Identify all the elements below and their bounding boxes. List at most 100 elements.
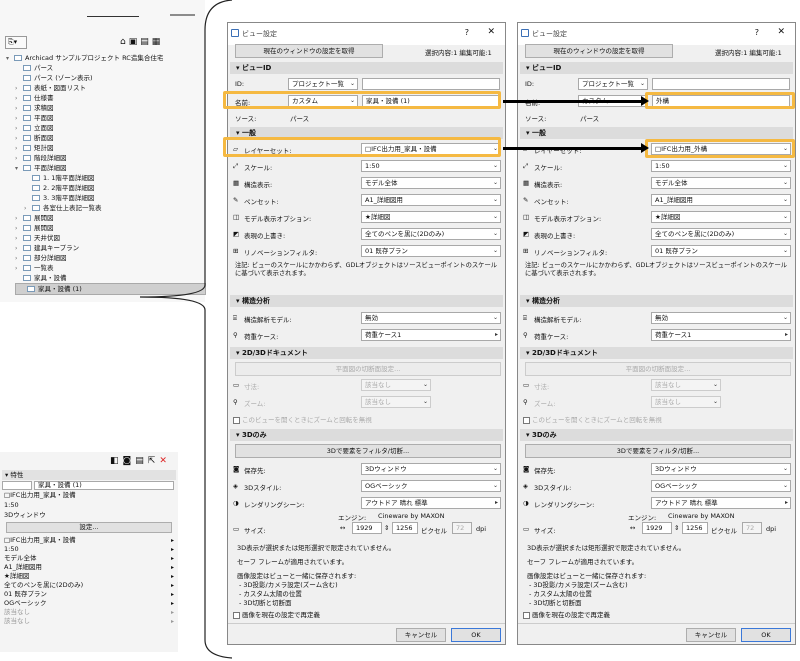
id-field[interactable] (2, 481, 32, 490)
graphic-override-select[interactable]: 全てのペンを黒に(2Dのみ) ⌄ (651, 228, 791, 240)
id-input[interactable] (362, 78, 500, 90)
help-icon[interactable]: ? (465, 28, 469, 37)
section-2d3d-document[interactable]: ▾ 2D/3Dドキュメント (520, 347, 793, 359)
prop-row[interactable]: ★詳細図 ▸ (4, 572, 174, 581)
save-to-select[interactable]: 3Dウィンドウ ⌄ (361, 463, 501, 475)
3d-style-label: 3Dスタイル: (534, 484, 572, 492)
name-field[interactable]: 家具・設備 (1) (34, 481, 174, 490)
graphic-override-select[interactable]: 全てのペンを黒に(2Dのみ) ⌄ (361, 228, 501, 240)
get-current-settings-button[interactable]: 現在のウィンドウの設定を取得 (525, 44, 673, 58)
id-input[interactable] (652, 78, 790, 90)
section-structural[interactable]: ▾ 構造分析 (230, 295, 503, 307)
prop-row[interactable]: 1:50 ▸ (4, 545, 174, 554)
rendering-scene-select[interactable]: アウトドア 晴れ 標準 ▸ (651, 497, 791, 509)
camera-icon[interactable]: ◙ (123, 456, 136, 466)
analytic-model-label: 構造解析モデル: (244, 316, 292, 324)
help-icon[interactable]: ? (755, 28, 759, 37)
layers-icon[interactable]: ▤ (135, 456, 148, 466)
section-general[interactable]: ▾ 一般 (520, 127, 793, 139)
redefine-label: 画像を現在の設定で再定義 (242, 611, 320, 619)
save-to-select[interactable]: 3Dウィンドウ ⌄ (651, 463, 791, 475)
prop-row[interactable]: □IFC出力用_家具・設備 ▸ (4, 536, 174, 545)
prop-row[interactable]: 01 既存プラン ▸ (4, 590, 174, 599)
section-2d3d-document[interactable]: ▾ 2D/3Dドキュメント (230, 347, 503, 359)
structure-display-select[interactable]: モデル全体 ⌄ (361, 177, 501, 189)
cancel-button[interactable]: キャンセル (686, 628, 736, 642)
ok-button[interactable]: OK (451, 628, 501, 642)
pen-set-select[interactable]: A1_詳細図用 ⌄ (361, 194, 501, 206)
renovation-filter-select[interactable]: 01 既存プラン ⌄ (651, 245, 791, 257)
load-case-select-value: 荷重ケース1 (655, 331, 692, 339)
prop-row[interactable]: モデル全体 ▸ (4, 554, 174, 563)
dimension-select[interactable]: 該当なし ⌄ (361, 379, 431, 391)
settings-button[interactable]: 設定... (6, 522, 172, 533)
height-input[interactable]: 1256 (682, 522, 708, 534)
style-icon: ◈ (233, 482, 238, 490)
model-view-options-select-value: ★詳細図 (655, 213, 681, 221)
scale-select[interactable]: 1:50 ⌄ (651, 160, 791, 172)
id-select[interactable]: プロジェクト一覧 ⌄ (288, 78, 358, 90)
ignore-zoom-checkbox[interactable]: このビューを開くときにズームと回転を無視 (233, 414, 372, 424)
pen-set-select[interactable]: A1_詳細図用 ⌄ (651, 194, 791, 206)
close-icon[interactable]: ✕ (777, 27, 785, 37)
rendering-scene-select[interactable]: アウトドア 晴れ 標準 ▸ (361, 497, 501, 509)
3d-style-select[interactable]: OGベーシック ⌄ (361, 480, 501, 492)
cut-plane-settings-button[interactable]: 平面図の切断面設定... (525, 362, 791, 376)
dpi-input[interactable]: 72 (742, 522, 762, 534)
dpi-input[interactable]: 72 (452, 522, 472, 534)
structure-display-select[interactable]: モデル全体 ⌄ (651, 177, 791, 189)
scale-note: 注記: ビューのスケールにかかわらず、GDLオブジェクトはソースビューポイントの… (235, 262, 498, 277)
ignore-zoom-checkbox[interactable]: このビューを開くときにズームと回転を無視 (523, 414, 662, 424)
id-select[interactable]: プロジェクト一覧 ⌄ (578, 78, 648, 90)
redefine-checkbox[interactable]: 画像を現在の設定で再定義 (523, 609, 610, 619)
view-icon[interactable]: ◧ (110, 456, 123, 466)
dimension-select[interactable]: 該当なし ⌄ (651, 379, 721, 391)
scale-select[interactable]: 1:50 ⌄ (361, 160, 501, 172)
section-structural[interactable]: ▾ 構造分析 (520, 295, 793, 307)
redefine-checkbox[interactable]: 画像を現在の設定で再定義 (233, 609, 320, 619)
pen-set-icon: ✎ (523, 196, 529, 204)
load-icon: ⚲ (523, 331, 528, 339)
zoom-select[interactable]: 該当なし ⌄ (361, 396, 431, 408)
delete-icon[interactable]: ✕ (159, 456, 171, 466)
prop-row[interactable]: OGベーシック ▸ (4, 599, 174, 608)
zoom-icon: ⚲ (233, 398, 238, 406)
properties-header[interactable]: ▾ 特性 (2, 470, 176, 480)
model-view-options-select[interactable]: ★詳細図 ⌄ (651, 211, 791, 223)
cancel-button[interactable]: キャンセル (396, 628, 446, 642)
prop-row[interactable]: 該当なし ▸ (4, 608, 174, 617)
prop-row[interactable]: 該当なし ▸ (4, 617, 174, 626)
analytic-model-label: 構造解析モデル: (534, 316, 582, 324)
get-current-settings-button[interactable]: 現在のウィンドウの設定を取得 (235, 44, 383, 58)
spinner-icon[interactable]: ⇕ (384, 524, 389, 532)
renovation-filter-select[interactable]: 01 既存プラン ⌄ (361, 245, 501, 257)
close-icon[interactable]: ✕ (487, 27, 495, 37)
move-icon[interactable]: ⇱ (148, 456, 160, 466)
section-3d-only[interactable]: ▾ 3Dのみ (520, 429, 793, 441)
analytic-model-select[interactable]: 無効 ⌄ (651, 312, 791, 324)
section-view-id[interactable]: ▾ ビューID (230, 62, 503, 74)
section-view-id[interactable]: ▾ ビューID (520, 62, 793, 74)
info-cut: - 3D切断と切断面 (239, 599, 292, 607)
renovation-filter-icon: ⊞ (233, 247, 239, 255)
filter-cut-3d-button[interactable]: 3Dで要素をフィルタ/切断... (525, 444, 791, 458)
load-case-select[interactable]: 荷重ケース1 ▸ (651, 329, 791, 341)
spinner-icon[interactable]: ⇕ (674, 524, 679, 532)
width-input[interactable]: 1929 (352, 522, 382, 534)
section-3d-only[interactable]: ▾ 3Dのみ (230, 429, 503, 441)
structure-display-label: 構造表示: (244, 181, 273, 189)
load-case-select[interactable]: 荷重ケース1 ▸ (361, 329, 501, 341)
analytic-model-select[interactable]: 無効 ⌄ (361, 312, 501, 324)
width-input[interactable]: 1929 (642, 522, 672, 534)
model-view-options-select[interactable]: ★詳細図 ⌄ (361, 211, 501, 223)
prop-row[interactable]: 全てのペンを黒に(2Dのみ) ▸ (4, 581, 174, 590)
filter-cut-3d-button[interactable]: 3Dで要素をフィルタ/切断... (235, 444, 501, 458)
height-input[interactable]: 1256 (392, 522, 418, 534)
zoom-select[interactable]: 該当なし ⌄ (651, 396, 721, 408)
app-icon (231, 29, 239, 37)
3d-style-select[interactable]: OGベーシック ⌄ (651, 480, 791, 492)
ok-button[interactable]: OK (741, 628, 791, 642)
prop-row[interactable]: A1_詳細図用 ▸ (4, 563, 174, 572)
rendering-scene-label: レンダリングシーン: (244, 501, 305, 509)
cut-plane-settings-button[interactable]: 平面図の切断面設定... (235, 362, 501, 376)
